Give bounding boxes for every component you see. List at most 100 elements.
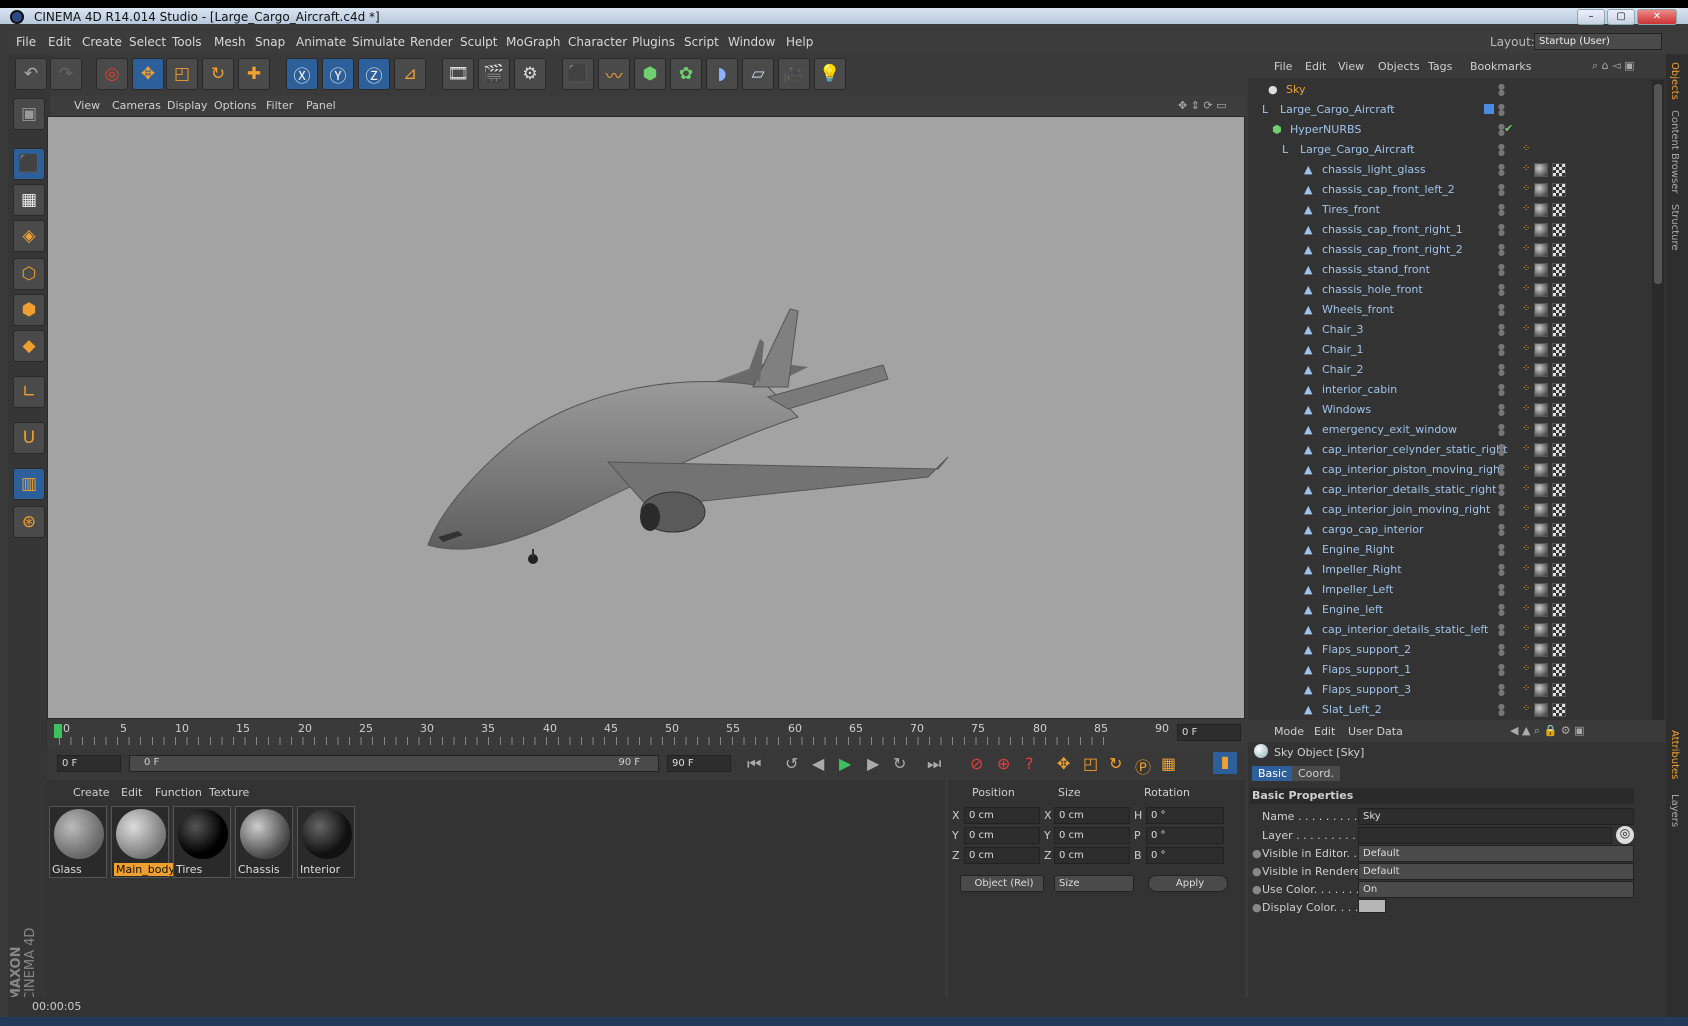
visible-editor-dropdown[interactable]: Default [1358,845,1634,862]
material-tag-icon[interactable] [1534,603,1548,617]
uvw-tag-icon[interactable] [1552,323,1566,337]
phong-tag-icon[interactable]: ⁘ [1522,683,1530,694]
radio-dot[interactable]: ● [1252,901,1262,914]
visibility-dots-icon[interactable]: ● ● [1498,243,1510,257]
name-field[interactable]: Sky [1358,808,1634,825]
coordinate-system-icon[interactable]: ⊿ [394,58,426,90]
uvw-tag-icon[interactable] [1552,423,1566,437]
side-tab-layers[interactable]: Layers [1669,794,1680,827]
side-tab-content-browser[interactable]: Content Browser [1669,110,1680,193]
polygons-mode-icon[interactable]: ◆ [13,330,45,362]
menu-mesh[interactable]: Mesh [214,35,246,49]
array-generator-icon[interactable]: ✿ [670,58,702,90]
vp-menu-panel[interactable]: Panel [306,99,336,112]
visibility-dots-icon[interactable]: ● ● [1498,223,1510,237]
menu-tools[interactable]: Tools [172,35,202,49]
om-menu-edit[interactable]: Edit [1305,60,1326,73]
object-row[interactable]: ▲ cap_interior_details_static_right ● ● ⁘ [1248,480,1652,500]
playhead-marker[interactable] [54,724,62,738]
menu-script[interactable]: Script [684,35,719,49]
material-tag-icon[interactable] [1534,343,1548,357]
points-mode-icon[interactable]: ⬡ [13,258,45,290]
visibility-dots-icon[interactable]: ● ● [1498,463,1510,477]
menu-snap[interactable]: Snap [255,35,285,49]
enabled-check-icon[interactable]: ✔ [1504,122,1513,135]
model-mode-icon[interactable]: ⬛ [13,148,45,180]
material-tag-icon[interactable] [1534,583,1548,597]
mat-menu-function[interactable]: Function [155,786,202,799]
uvw-tag-icon[interactable] [1552,283,1566,297]
rotation-p-field[interactable]: 0 ° [1146,827,1224,844]
maximize-button[interactable]: ▢ [1607,9,1635,25]
phong-tag-icon[interactable]: ⁘ [1522,523,1530,534]
last-tool-icon[interactable]: ✚ [238,58,270,90]
menu-file[interactable]: File [16,35,36,49]
visibility-dots-icon[interactable]: ● ● [1498,103,1510,117]
material-main-body[interactable]: Main_body [111,806,177,878]
phong-tag-icon[interactable]: ⁘ [1522,463,1530,474]
goto-start-icon[interactable]: ⏮ [747,754,761,774]
object-row[interactable]: ▲ Impeller_Right ● ● ⁘ [1248,560,1652,580]
size-x-field[interactable]: 0 cm [1054,807,1130,824]
object-row[interactable]: ▲ Engine_Right ● ● ⁘ [1248,540,1652,560]
subdivision-surface-icon[interactable]: ⬢ [634,58,666,90]
cube-primitive-icon[interactable]: ⬛ [562,58,594,90]
render-settings-icon[interactable]: ⚙ [514,58,546,90]
phong-tag-icon[interactable]: ⁘ [1522,243,1530,254]
visibility-dots-icon[interactable]: ● ● [1498,143,1510,157]
visibility-dots-icon[interactable]: ● ● [1498,503,1510,517]
mat-menu-create[interactable]: Create [73,786,110,799]
material-tag-icon[interactable] [1534,423,1548,437]
phong-tag-icon[interactable]: ⁘ [1522,543,1530,554]
phong-tag-icon[interactable]: ⁘ [1522,383,1530,394]
uvw-tag-icon[interactable] [1552,503,1566,517]
object-row[interactable]: ▲ Windows ● ● ⁘ [1248,400,1652,420]
visibility-dots-icon[interactable]: ● ● [1498,703,1510,717]
object-row[interactable]: ▲ chassis_cap_front_left_2 ● ● ⁘ [1248,180,1652,200]
next-frame-icon[interactable]: ▶ [867,754,879,773]
om-menu-bookmarks[interactable]: Bookmarks [1470,60,1531,73]
uvw-tag-icon[interactable] [1552,683,1566,697]
redo-icon[interactable]: ↷ [50,58,82,90]
current-frame-field[interactable]: 0 F [1177,724,1241,741]
object-row[interactable]: ▲ Chair_2 ● ● ⁘ [1248,360,1652,380]
aircraft-model[interactable] [48,117,1246,720]
light-icon[interactable]: 💡 [814,58,846,90]
side-tab-attributes[interactable]: Attributes [1669,730,1680,779]
move-tool-icon[interactable]: ✥ [132,58,164,90]
radio-dot[interactable]: ● [1252,847,1262,860]
object-row[interactable]: ▲ Flaps_support_2 ● ● ⁘ [1248,640,1652,660]
phong-tag-icon[interactable]: ⁘ [1522,343,1530,354]
size-mode-dropdown[interactable]: Size [1054,875,1134,892]
uvw-tag-icon[interactable] [1552,663,1566,677]
timeline-ruler[interactable]: 0 5 10 15 20 25 30 35 40 45 50 55 60 65 … [47,720,1245,748]
layer-picker-icon[interactable]: ◎ [1616,826,1634,844]
display-color-swatch[interactable] [1358,899,1386,913]
attr-nav-icons[interactable]: ◀ ▲ ⌕ 🔒 ⚙ ▣ [1510,724,1585,738]
menu-sculpt[interactable]: Sculpt [460,35,497,49]
camera-icon[interactable]: 🎥 [778,58,810,90]
rotation-h-field[interactable]: 0 ° [1146,807,1224,824]
phong-tag-icon[interactable]: ⁘ [1522,563,1530,574]
side-tab-objects[interactable]: Objects [1669,62,1680,100]
visibility-dots-icon[interactable]: ● ● [1498,603,1510,617]
minimize-button[interactable]: – [1577,9,1605,25]
visibility-dots-icon[interactable]: ● ● [1498,323,1510,337]
material-tag-icon[interactable] [1534,363,1548,377]
magnet-icon[interactable]: U [13,422,45,454]
phong-tag-icon[interactable]: ⁘ [1522,583,1530,594]
mat-menu-edit[interactable]: Edit [121,786,142,799]
size-y-field[interactable]: 0 cm [1054,827,1130,844]
object-row[interactable]: ▲ Chair_1 ● ● ⁘ [1248,340,1652,360]
object-row[interactable]: ▲ Slat_Left_2 ● ● ⁘ [1248,700,1652,720]
visibility-dots-icon[interactable]: ● ● [1498,623,1510,637]
uvw-tag-icon[interactable] [1552,203,1566,217]
next-key-icon[interactable]: ↻ [893,754,906,773]
goto-end-icon[interactable]: ⏭ [927,754,941,774]
material-tag-icon[interactable] [1534,503,1548,517]
visibility-dots-icon[interactable]: ● ● [1498,563,1510,577]
object-row[interactable]: ● Sky ● ● [1248,80,1652,100]
deformer-icon[interactable]: ◗ [706,58,738,90]
uvw-tag-icon[interactable] [1552,523,1566,537]
material-tag-icon[interactable] [1534,223,1548,237]
